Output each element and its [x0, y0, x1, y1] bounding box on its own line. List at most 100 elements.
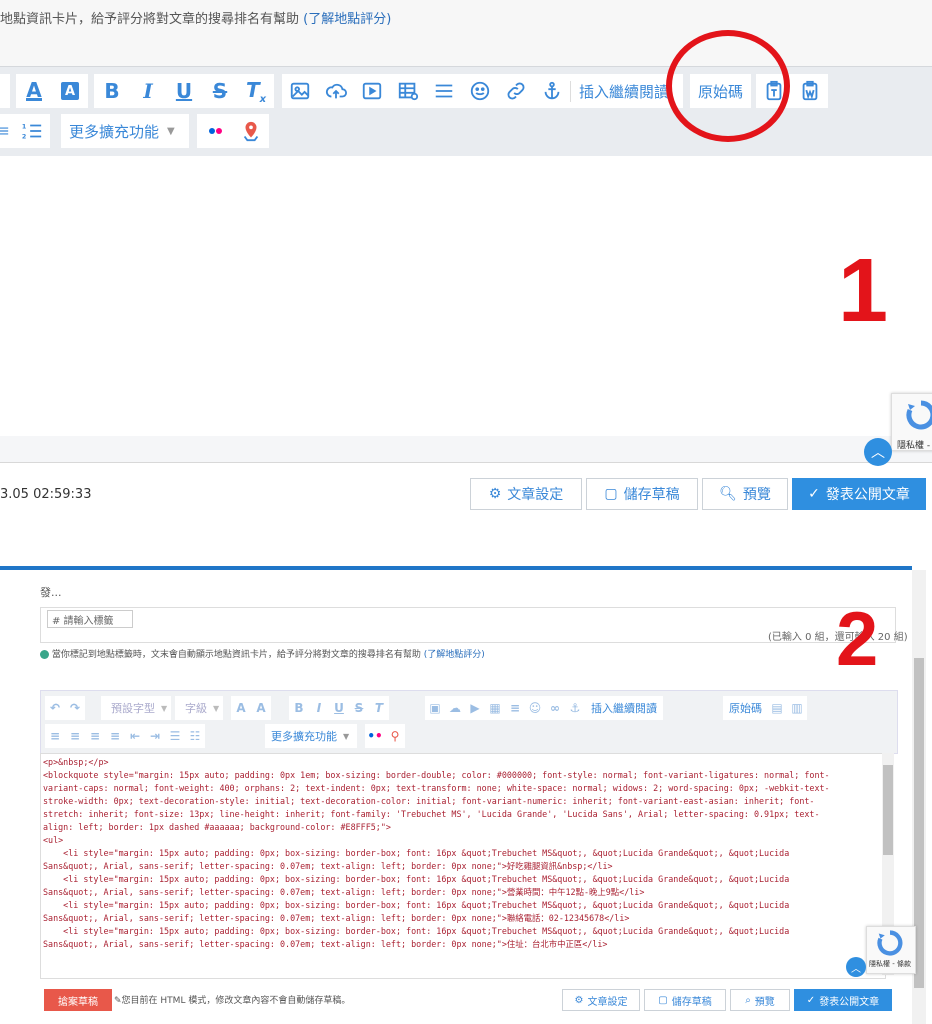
preview-button[interactable]: ⌕ 預覽	[730, 989, 790, 1011]
save-draft-button[interactable]: ▢ 儲存草稿	[644, 989, 726, 1011]
link-icon[interactable]	[498, 74, 534, 108]
redo-icon[interactable]: ↷	[65, 696, 85, 720]
font-family-select[interactable]: 預設字型 ▼	[101, 696, 172, 720]
scroll-to-top-button[interactable]: ︿	[846, 957, 866, 977]
article-settings-label: 文章設定	[507, 487, 564, 503]
underline-icon[interactable]: U	[329, 696, 349, 720]
article-settings-label: 文章設定	[587, 996, 628, 1008]
html-mode-note-text: 您目前在 HTML 模式，修改文章內容不會自動儲存草稿。	[121, 996, 351, 1006]
more-plugins-dropdown[interactable]: 更多擴充功能 ▼	[265, 724, 358, 748]
paste-word-icon[interactable]: ▥	[787, 696, 807, 720]
source-code-highlight-circle	[666, 30, 790, 142]
source-code-button[interactable]: 原始碼	[723, 700, 768, 716]
publish-button[interactable]: ✓ 發表公開文章	[792, 478, 926, 510]
image-icon[interactable]	[282, 74, 318, 108]
video-icon[interactable]: ▶	[465, 696, 485, 720]
italic-icon[interactable]: I	[309, 696, 329, 720]
code-line: <p>&nbsp;</p>	[43, 757, 109, 767]
strikethrough-icon[interactable]: S	[349, 696, 369, 720]
align-left-icon[interactable]: ≡	[45, 724, 65, 748]
toolbar-group-paste: ▤ ▥	[767, 696, 807, 720]
recaptcha-badge[interactable]: 隱私權 -	[891, 393, 932, 451]
gear-icon: ⚙	[488, 486, 502, 502]
toolbar-group-lists: 12	[0, 114, 50, 148]
emoji-icon[interactable]	[462, 74, 498, 108]
font-size-select[interactable]: 字級 ▼	[175, 696, 224, 720]
more-plugins-label: 更多擴充功能	[271, 730, 337, 743]
bold-icon[interactable]: B	[289, 696, 309, 720]
preview-button[interactable]: 🔍︎ 預覽	[702, 478, 788, 510]
recaptcha-icon	[906, 400, 932, 430]
flickr-icon[interactable]: • •	[365, 724, 385, 748]
map-pin-icon[interactable]: ⚲	[385, 724, 405, 748]
html-source-editor[interactable]: <p>&nbsp;</p> <blockquote style="margin: …	[40, 753, 886, 979]
font-color-icon[interactable]: A	[16, 74, 52, 108]
code-scrollbar-thumb[interactable]	[883, 765, 893, 855]
font-color-icon[interactable]: A	[231, 696, 251, 720]
background-color-icon[interactable]: A	[251, 696, 271, 720]
preview-label: 預覽	[754, 996, 775, 1008]
table-icon[interactable]	[390, 74, 426, 108]
horizontal-line-icon[interactable]	[426, 74, 462, 108]
insert-read-more-button[interactable]: 插入繼續閱讀	[570, 80, 677, 102]
paste-text-icon[interactable]: ▤	[767, 696, 787, 720]
draft-button[interactable]: 搶案草稿	[44, 989, 112, 1011]
insert-read-more-button[interactable]: 插入繼續閱讀	[585, 700, 663, 716]
scroll-to-top-button[interactable]: ︿	[864, 438, 892, 466]
top-screenshot: 地點資訊卡片，給予評分將對文章的搜尋排名有幫助 (了解地點評分) A A B I…	[0, 0, 932, 510]
map-notice-link[interactable]: (了解地點評分)	[424, 650, 485, 660]
italic-icon[interactable]: I	[130, 74, 166, 108]
article-settings-button[interactable]: ⚙ 文章設定	[470, 478, 582, 510]
emoji-icon[interactable]: ☺	[525, 696, 545, 720]
map-notice-link[interactable]: (了解地點評分)	[303, 12, 391, 27]
more-plugins-dropdown[interactable]: 更多擴充功能 ▼	[61, 114, 189, 148]
clear-format-icon[interactable]: T	[369, 696, 389, 720]
article-settings-button[interactable]: ⚙ 文章設定	[562, 989, 640, 1011]
align-center-icon[interactable]: ≡	[65, 724, 85, 748]
anchor-icon[interactable]: ⚓	[565, 696, 585, 720]
upload-cloud-icon[interactable]: ☁	[445, 696, 465, 720]
video-icon[interactable]	[354, 74, 390, 108]
underline-icon[interactable]: U	[166, 74, 202, 108]
publish-button[interactable]: ✓ 發表公開文章	[794, 989, 892, 1011]
annotation-number-2: 2	[836, 597, 879, 682]
map-pin-icon[interactable]	[233, 114, 269, 148]
search-icon: 🔍︎	[719, 486, 737, 502]
paste-word-icon[interactable]	[792, 74, 828, 108]
numbered-list-icon[interactable]: 12	[14, 114, 50, 148]
align-justify-icon[interactable]: ≡	[105, 724, 125, 748]
toolbar-group-align: ≡ ≡ ≡ ≡ ⇤ ⇥ ☰ ☷	[45, 724, 205, 748]
clear-format-icon[interactable]: Tx	[238, 74, 274, 108]
tag-input[interactable]: # 請輸入標籤	[47, 610, 133, 628]
top-footer-bar: 3.05 02:59:33 ⚙ 文章設定 ▢ 儲存草稿 🔍︎ 預覽 ✓ 發表公開文章	[0, 463, 932, 510]
undo-icon[interactable]: ↶	[45, 696, 65, 720]
outdent-icon[interactable]: ⇤	[125, 724, 145, 748]
bold-icon[interactable]: B	[94, 74, 130, 108]
flickr-icon[interactable]	[197, 114, 233, 148]
strikethrough-icon[interactable]: S	[202, 74, 238, 108]
upload-cloud-icon[interactable]	[318, 74, 354, 108]
font-family-value: 預設字型	[111, 702, 155, 715]
bullet-list-icon[interactable]: ☰	[165, 724, 185, 748]
chevron-down-icon: ▼	[167, 125, 175, 137]
background-color-icon[interactable]: A	[52, 74, 88, 108]
recaptcha-icon	[877, 930, 903, 956]
svg-text:2: 2	[22, 132, 26, 140]
recaptcha-badge[interactable]: 隱私權 - 條款	[866, 926, 916, 974]
link-icon[interactable]: ∞	[545, 696, 565, 720]
anchor-icon[interactable]	[534, 74, 570, 108]
editor-body[interactable]	[0, 156, 932, 456]
numbered-list-icon[interactable]: ☷	[185, 724, 205, 748]
table-icon[interactable]: ▦	[485, 696, 505, 720]
code-line: stroke-width: 0px; text-decoration-style…	[43, 796, 815, 806]
bullet-list-icon[interactable]	[0, 114, 14, 148]
search-icon: ⌕	[745, 994, 751, 1006]
image-icon[interactable]: ▣	[425, 696, 445, 720]
horizontal-line-icon[interactable]: ≡	[505, 696, 525, 720]
align-right-icon[interactable]: ≡	[85, 724, 105, 748]
save-draft-button[interactable]: ▢ 儲存草稿	[586, 478, 698, 510]
indent-icon[interactable]: ⇥	[145, 724, 165, 748]
toolbar-group-insert: ▣ ☁ ▶ ▦ ≡ ☺ ∞ ⚓ 插入繼續閱讀	[425, 696, 663, 720]
code-line: Sans&quot;, Arial, sans-serif; letter-sp…	[43, 913, 630, 923]
toolbar-group-history: ↶ ↷	[45, 696, 85, 720]
